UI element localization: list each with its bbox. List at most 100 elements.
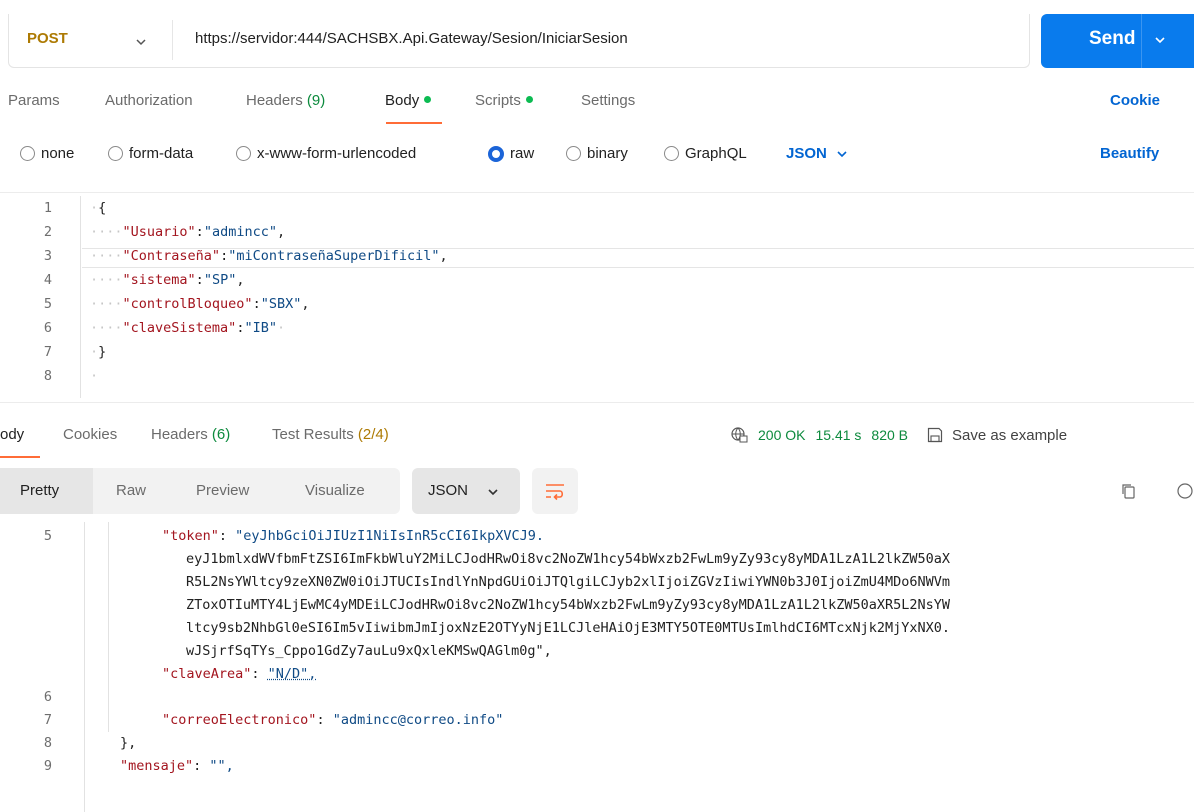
radio-icon	[664, 146, 679, 161]
beautify-link[interactable]: Beautify	[1100, 145, 1159, 162]
radio-x-www-form-urlencoded[interactable]: x-www-form-urlencoded	[236, 145, 416, 162]
json-key: "Usuario"	[122, 224, 196, 240]
chevron-down-icon	[488, 489, 498, 496]
code-line: ltcy9sb2NhbGl0eSI6Im5vIiwibmJmIjoxNzE2OT…	[186, 620, 951, 636]
radio-graphql[interactable]: GraphQL	[664, 145, 747, 162]
tab-body[interactable]: Body	[385, 92, 432, 109]
json-value: "SBX"	[260, 296, 302, 312]
line-number: 7	[43, 344, 52, 360]
json-value: "admincc@correo.info"	[332, 712, 504, 728]
radio-label: raw	[510, 145, 535, 162]
code-line: "correoElectronico": "admincc@correo.inf…	[162, 712, 504, 728]
method-select[interactable]: POST	[27, 30, 68, 47]
format-label: JSON	[786, 145, 827, 162]
view-raw[interactable]: Raw	[116, 482, 146, 499]
indent-guide	[108, 522, 109, 732]
radio-label: GraphQL	[685, 145, 747, 162]
radio-none[interactable]: none	[20, 145, 74, 162]
code-line: },	[120, 735, 137, 751]
chevron-down-icon	[837, 150, 847, 157]
tab-label: Headers	[246, 92, 303, 109]
json-value: "",	[209, 758, 234, 774]
line-number: 4	[43, 272, 52, 288]
code-line: wJSjrfSqTYs_Cppo1GdZy7auLu9xQxleKMSwQAGl…	[186, 643, 552, 659]
radio-icon	[566, 146, 581, 161]
line-number: 9	[43, 758, 52, 774]
radio-raw[interactable]: raw	[488, 145, 534, 162]
save-as-example-button[interactable]: Save as example	[926, 426, 1067, 444]
line-number: 2	[43, 224, 52, 240]
send-button[interactable]: Send	[1041, 14, 1194, 68]
globe-lock-icon[interactable]	[730, 426, 748, 444]
code-line: ····"controlBloqueo":"SBX",	[90, 296, 310, 312]
url-input[interactable]: https://servidor:444/SACHSBX.Api.Gateway…	[195, 30, 628, 47]
code-line: ·}	[90, 344, 107, 360]
code-line: ····"Usuario":"admincc",	[90, 224, 286, 240]
wrap-lines-button[interactable]	[532, 468, 578, 514]
radio-form-data[interactable]: form-data	[108, 145, 193, 162]
code-line: ····"Contraseña":"miContraseñaSuperDific…	[90, 248, 448, 264]
response-size[interactable]: 820 B	[871, 427, 908, 443]
tab-response-headers[interactable]: Headers (6)	[151, 426, 230, 443]
json-key: "claveArea"	[162, 666, 252, 682]
divider	[1141, 14, 1142, 68]
json-value: "miContraseñaSuperDificil"	[228, 248, 440, 264]
tab-label: Body	[385, 92, 420, 109]
code-line: ····"sistema":"SP",	[90, 272, 245, 288]
json-value: "eyJhbGciOiJIUzI1NiIsInR5cCI6IkpXVCJ9.	[235, 528, 545, 544]
response-format-select[interactable]: JSON	[412, 468, 520, 514]
tab-scripts[interactable]: Scripts	[475, 92, 533, 109]
json-key: "sistema"	[122, 272, 196, 288]
radio-icon	[20, 146, 35, 161]
indent-guide	[84, 522, 85, 812]
copy-icon[interactable]	[1120, 482, 1138, 500]
radio-selected-icon	[488, 145, 504, 162]
line-number: 8	[43, 735, 52, 751]
radio-label: none	[41, 145, 75, 162]
chevron-down-icon[interactable]	[1153, 33, 1167, 47]
radio-binary[interactable]: binary	[566, 145, 628, 162]
view-preview[interactable]: Preview	[196, 482, 249, 499]
tab-headers[interactable]: Headers (9)	[246, 92, 325, 109]
response-body-viewer[interactable]: 5 "token": "eyJhbGciOiJIUzI1NiIsInR5cCI6…	[0, 522, 1194, 812]
radio-label: form-data	[129, 145, 194, 162]
chevron-down-icon[interactable]	[133, 34, 149, 50]
wrap-lines-icon	[546, 484, 564, 501]
radio-icon	[236, 146, 251, 161]
body-format-select[interactable]: JSON	[786, 145, 849, 162]
json-value: "admincc"	[203, 224, 277, 240]
tab-label: Test Results	[272, 426, 354, 443]
headers-count: (6)	[211, 426, 231, 443]
code-line: ·{	[90, 200, 107, 216]
tab-test-results[interactable]: Test Results (2/4)	[272, 426, 389, 443]
tab-authorization[interactable]: Authorization	[105, 92, 193, 109]
save-label: Save as example	[952, 426, 1068, 444]
response-status-bar: 200 OK 15.41 s 820 B Save as example	[730, 426, 1067, 444]
tab-params[interactable]: Params	[8, 92, 60, 109]
search-icon[interactable]	[1176, 482, 1194, 500]
tab-label: Scripts	[475, 92, 521, 109]
line-number: 1	[43, 200, 52, 216]
format-label: JSON	[428, 482, 469, 499]
view-pretty[interactable]: Pretty	[20, 482, 59, 499]
view-visualize[interactable]: Visualize	[305, 482, 365, 499]
response-time[interactable]: 15.41 s	[815, 427, 861, 443]
tab-response-cookies[interactable]: Cookies	[63, 426, 117, 443]
cookies-link[interactable]: Cookie	[1110, 92, 1160, 109]
tab-response-body[interactable]: ody	[0, 426, 24, 443]
active-tab-indicator	[0, 456, 40, 458]
request-body-editor[interactable]: 1 2 3 4 5 6 7 8 ·{ ····"Usuario":"adminc…	[0, 196, 1194, 402]
response-view-toolbar: Pretty Raw Preview Visualize	[0, 468, 400, 514]
tab-settings[interactable]: Settings	[581, 92, 635, 109]
code-line: "mensaje": "",	[120, 758, 234, 774]
test-results-count: (2/4)	[357, 426, 389, 443]
code-line: ·	[90, 368, 99, 384]
code-line: ZToxOTIuMTY4LjEwMC4yMDEiLCJodHRwOi8vc2No…	[186, 597, 951, 613]
status-code[interactable]: 200 OK	[758, 427, 805, 443]
json-key: "token"	[162, 528, 219, 544]
line-number: 5	[43, 528, 52, 544]
status-dot	[525, 96, 533, 103]
line-number: 6	[43, 320, 52, 336]
json-value: "N/D",	[267, 666, 317, 682]
code-line: R5L2NsYWltcy9zeXN0ZW0iOiJTUCIsIndlYnNpdG…	[186, 574, 951, 590]
